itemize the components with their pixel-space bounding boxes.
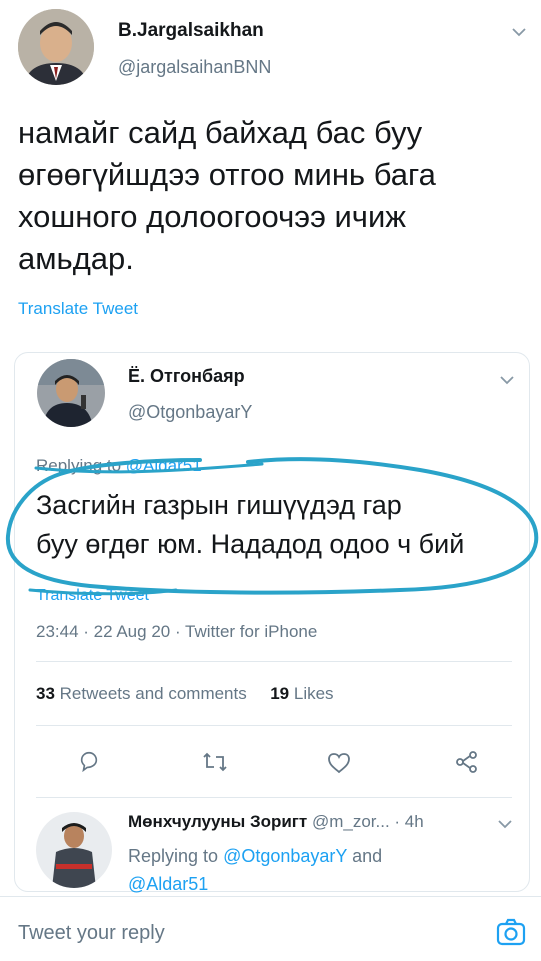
tweet-text-line: намайг сайд байхад бас буу	[18, 115, 423, 150]
reply-header: Мөнхчулууны Зоригт @m_zor... · 4h	[128, 812, 424, 832]
likes-count[interactable]: 19	[270, 684, 289, 703]
tweet-text-line: амьдар.	[18, 241, 134, 276]
reply-author-avatar[interactable]	[36, 812, 112, 888]
quoted-stats: 33 Retweets and comments 19 Likes	[36, 684, 334, 704]
tweet-text: намайг сайд байхад бас буу өгөөгүйшдээ о…	[18, 112, 436, 280]
reply-replying-handle-1[interactable]: @OtgonbayarY	[223, 846, 347, 866]
reply-replying-prefix: Replying to	[128, 846, 219, 866]
reply-replying-to: Replying to @OtgonbayarY and @Aldar51	[128, 842, 508, 898]
quoted-menu-chevron-icon[interactable]	[500, 372, 514, 390]
annotation-ellipse	[5, 457, 539, 596]
reply-time: · 4h	[394, 812, 424, 831]
reply-avatar-image	[36, 812, 112, 888]
retweets-count[interactable]: 33	[36, 684, 55, 703]
author-handle[interactable]: @jargalsaihanBNN	[118, 57, 271, 78]
quoted-avatar-image	[37, 359, 105, 427]
quoted-author-name[interactable]: Ё. Отгонбаяр	[128, 366, 245, 387]
author-avatar-image	[18, 9, 94, 85]
reply-replying-handle-2[interactable]: @Aldar51	[128, 874, 208, 894]
reply-author-name[interactable]: Мөнхчулууны Зоригт	[128, 812, 307, 831]
likes-label[interactable]: Likes	[294, 684, 334, 703]
reply-composer-input[interactable]: Tweet your reply	[18, 922, 165, 945]
reply-icon[interactable]	[78, 750, 100, 772]
like-icon[interactable]	[327, 752, 351, 774]
author-name[interactable]: B.Jargalsaikhan	[118, 20, 264, 42]
share-icon[interactable]	[455, 750, 479, 774]
camera-icon[interactable]	[496, 918, 526, 951]
tweet-text-line: хошного долоогоочээ ичиж	[18, 199, 407, 234]
quoted-tweet-meta: 23:44 · 22 Aug 20 · Twitter for iPhone	[36, 622, 318, 641]
reply-menu-chevron-icon[interactable]	[498, 816, 512, 834]
retweet-icon[interactable]	[202, 751, 228, 773]
tweet-menu-chevron-icon[interactable]	[512, 24, 526, 42]
divider	[36, 661, 512, 662]
reply-author-handle[interactable]: @m_zor...	[312, 812, 390, 831]
divider	[36, 797, 512, 798]
tweet-text-line: өгөөгүйшдээ отгоо минь бага	[18, 157, 436, 192]
retweets-label[interactable]: Retweets and comments	[60, 684, 247, 703]
author-avatar[interactable]	[18, 9, 94, 85]
quoted-author-handle[interactable]: @OtgonbayarY	[128, 402, 252, 423]
divider	[36, 725, 512, 726]
quoted-author-avatar[interactable]	[37, 359, 105, 427]
reply-replying-and: and	[352, 846, 383, 866]
translate-tweet-link[interactable]: Translate Tweet	[18, 299, 138, 319]
